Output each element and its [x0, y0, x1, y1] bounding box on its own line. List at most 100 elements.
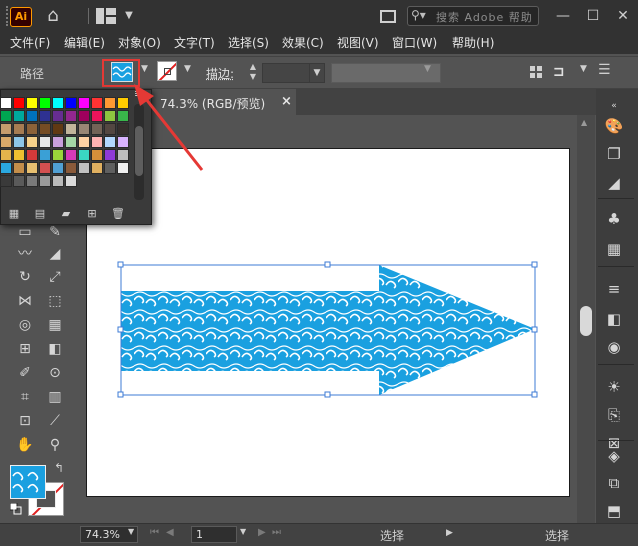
- chevron-down-icon[interactable]: ▼: [122, 0, 136, 32]
- close-icon[interactable]: ✕: [608, 0, 638, 32]
- swatch[interactable]: [26, 149, 38, 161]
- swatch[interactable]: [52, 175, 64, 187]
- hand-tool-icon[interactable]: ✋: [14, 434, 36, 456]
- swatch[interactable]: [13, 123, 25, 135]
- swatch[interactable]: [52, 123, 64, 135]
- chevron-down-icon[interactable]: ▼: [184, 64, 191, 74]
- chevron-down-icon[interactable]: ▼: [128, 527, 134, 536]
- swatch[interactable]: [13, 136, 25, 148]
- artboards-panel-icon[interactable]: ⧉: [603, 472, 625, 494]
- eraser-tool-icon[interactable]: ◢: [44, 243, 66, 265]
- free-transform-tool-icon[interactable]: ⬚: [44, 290, 66, 312]
- shaper-tool-icon[interactable]: 〰: [14, 243, 36, 265]
- brightness-icon[interactable]: ☀: [603, 376, 625, 398]
- menu-file[interactable]: 文件(F): [10, 34, 50, 52]
- swatch[interactable]: [26, 175, 38, 187]
- slice-tool-icon[interactable]: ⟋: [44, 410, 66, 432]
- swatch-library-icon[interactable]: ▦: [6, 207, 22, 221]
- next-artboard-icon[interactable]: ▶: [258, 527, 266, 538]
- chevron-down-icon[interactable]: ▼: [240, 527, 246, 536]
- swatch[interactable]: [39, 175, 51, 187]
- swatch[interactable]: [91, 162, 103, 174]
- chevron-right-icon[interactable]: ▶: [446, 528, 453, 538]
- swatch[interactable]: [26, 110, 38, 122]
- swatch[interactable]: [65, 149, 77, 161]
- mesh-tool-icon[interactable]: ⊞: [14, 338, 36, 360]
- default-fill-stroke-icon[interactable]: [9, 502, 22, 515]
- swatch[interactable]: [39, 110, 51, 122]
- swatch[interactable]: [0, 110, 12, 122]
- scrollbar-thumb[interactable]: [580, 306, 592, 336]
- swatch[interactable]: [104, 136, 116, 148]
- stroke-panel-icon[interactable]: ≡: [603, 278, 625, 300]
- new-swatch-icon[interactable]: ⊞: [84, 207, 100, 221]
- scroll-up-icon[interactable]: ▲: [581, 118, 587, 127]
- swatch[interactable]: [0, 97, 12, 109]
- perspective-grid-tool-icon[interactable]: ▦: [44, 314, 66, 336]
- last-artboard-icon[interactable]: ⏭: [272, 527, 281, 538]
- menu-select[interactable]: 选择(S): [228, 34, 269, 52]
- swatch[interactable]: [104, 110, 116, 122]
- swatch[interactable]: [65, 110, 77, 122]
- swatch[interactable]: [65, 123, 77, 135]
- menu-view[interactable]: 视图(V): [337, 34, 379, 52]
- arrow-shape[interactable]: [121, 265, 535, 395]
- menu-type[interactable]: 文字(T): [174, 34, 215, 52]
- first-artboard-icon[interactable]: ⏮: [150, 527, 159, 538]
- swatch[interactable]: [91, 136, 103, 148]
- swatch[interactable]: [26, 162, 38, 174]
- menu-help[interactable]: 帮助(H): [452, 34, 494, 52]
- swatch[interactable]: [52, 97, 64, 109]
- menu-effect[interactable]: 效果(C): [282, 34, 324, 52]
- symbols-panel-icon[interactable]: ♣: [603, 208, 625, 230]
- swatch[interactable]: [0, 123, 12, 135]
- swatch[interactable]: [104, 97, 116, 109]
- arrow-artwork[interactable]: [110, 255, 550, 407]
- close-tab-icon[interactable]: ×: [281, 94, 292, 109]
- zoom-tool-icon[interactable]: ⚲: [44, 434, 66, 456]
- swatch[interactable]: [0, 175, 12, 187]
- workspace-switcher-icon[interactable]: [96, 8, 116, 24]
- scale-tool-icon[interactable]: ⤢: [44, 266, 66, 288]
- maximize-icon[interactable]: ☐: [578, 0, 608, 32]
- swatch[interactable]: [0, 136, 12, 148]
- swatch[interactable]: [52, 110, 64, 122]
- swatch[interactable]: [91, 97, 103, 109]
- swatch[interactable]: [13, 149, 25, 161]
- swatch[interactable]: [39, 97, 51, 109]
- swatch-kinds-icon[interactable]: ▤: [32, 207, 48, 221]
- swatch[interactable]: [78, 136, 90, 148]
- new-color-group-icon[interactable]: ▰: [58, 207, 74, 221]
- artboard-number-field[interactable]: 1: [191, 526, 237, 543]
- swatch[interactable]: [26, 123, 38, 135]
- swatch[interactable]: [13, 175, 25, 187]
- color-panel-icon[interactable]: 🎨: [603, 115, 625, 137]
- column-graph-tool-icon[interactable]: ▥: [44, 386, 66, 408]
- blend-tool-icon[interactable]: ⊙: [44, 362, 66, 384]
- width-tool-icon[interactable]: ⋈: [14, 290, 36, 312]
- collapse-panels-icon[interactable]: «: [603, 95, 625, 117]
- artboard-tool-icon[interactable]: ⊡: [14, 410, 36, 432]
- swatch[interactable]: [78, 149, 90, 161]
- swatch[interactable]: [91, 149, 103, 161]
- swatch[interactable]: [78, 97, 90, 109]
- minimize-icon[interactable]: —: [548, 0, 578, 32]
- menu-object[interactable]: 对象(O): [118, 34, 161, 52]
- fill-color-swatch[interactable]: [111, 62, 133, 82]
- shape-builder-tool-icon[interactable]: ◎: [14, 314, 36, 336]
- asset-export-icon[interactable]: ⬒: [603, 500, 625, 522]
- swatch[interactable]: [52, 136, 64, 148]
- swatch[interactable]: [39, 136, 51, 148]
- menu-edit[interactable]: 编辑(E): [64, 34, 105, 52]
- gradient-tool-icon[interactable]: ◧: [44, 338, 66, 360]
- export-panel-icon[interactable]: ⎘: [603, 404, 625, 426]
- home-icon[interactable]: ⌂: [40, 0, 66, 32]
- panel-menu-icon[interactable]: ☰: [598, 62, 611, 78]
- symbol-sprayer-tool-icon[interactable]: ⌗: [14, 386, 36, 408]
- swatch[interactable]: [91, 110, 103, 122]
- appearance-panel-icon[interactable]: ◉: [603, 336, 625, 358]
- transparency-panel-icon[interactable]: ◧: [603, 308, 625, 330]
- chevron-down-icon[interactable]: ▼: [141, 64, 148, 74]
- swatch[interactable]: [104, 162, 116, 174]
- swatch[interactable]: [26, 97, 38, 109]
